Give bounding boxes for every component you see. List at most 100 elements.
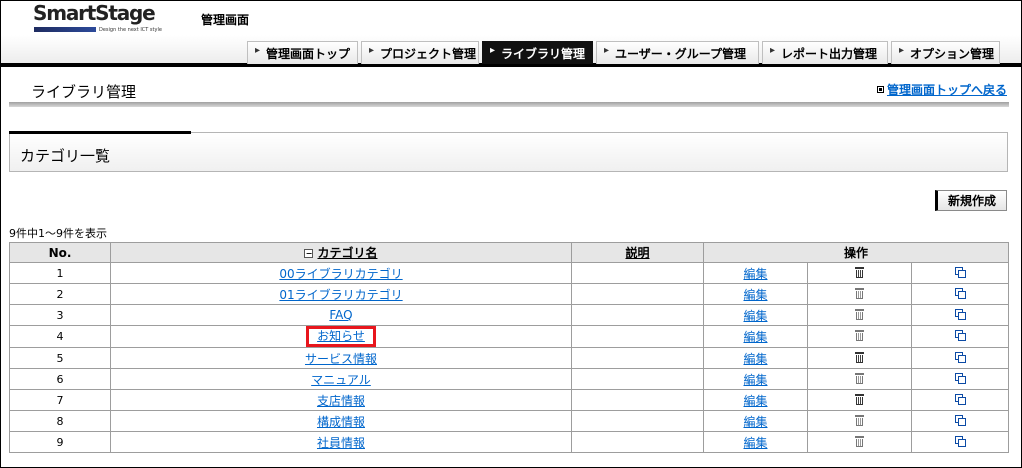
row-name-cell: 支店情報 <box>110 389 572 411</box>
row-delete-cell <box>807 431 912 453</box>
trash-icon[interactable] <box>855 414 864 426</box>
table-row: 8 構成情報 編集 <box>9 410 1010 432</box>
row-copy-cell <box>910 389 1010 411</box>
row-copy-cell <box>910 283 1010 305</box>
row-name-cell: FAQ <box>110 304 572 326</box>
tab-library[interactable]: ライブラリ管理 <box>482 41 593 64</box>
copy-icon[interactable] <box>954 330 966 341</box>
row-edit-cell: 編集 <box>703 368 808 390</box>
header-name-label[interactable]: カテゴリ名 <box>317 246 377 260</box>
category-table: No. − カテゴリ名 説明 操作 1 00ライブラリカテゴリ 編集 2 01ライ… <box>9 242 1010 453</box>
edit-link[interactable]: 編集 <box>743 288 767 302</box>
row-no: 1 <box>9 262 111 284</box>
panel-accent <box>9 131 191 134</box>
trash-icon[interactable] <box>855 435 864 447</box>
row-name-cell: マニュアル <box>110 368 572 390</box>
row-edit-cell: 編集 <box>703 325 808 348</box>
category-link[interactable]: FAQ <box>329 308 352 322</box>
row-description <box>571 283 704 305</box>
edit-link[interactable]: 編集 <box>743 330 767 344</box>
row-no: 2 <box>9 283 111 305</box>
header-description-label[interactable]: 説明 <box>625 246 649 260</box>
category-link[interactable]: お知らせ <box>317 329 365 343</box>
category-link[interactable]: 00ライブラリカテゴリ <box>279 267 402 281</box>
row-delete-cell <box>807 368 912 390</box>
table-header-row: No. − カテゴリ名 説明 操作 <box>9 242 1010 263</box>
tab-admin-top[interactable]: 管理画面トップ <box>247 41 358 64</box>
row-delete-cell <box>807 347 912 369</box>
edit-link[interactable]: 編集 <box>743 267 767 281</box>
header: SmartStage Design the next ICT style 管理画… <box>1 1 1021 67</box>
back-link-label[interactable]: 管理画面トップへ戻る <box>887 81 1007 98</box>
highlight-box: お知らせ <box>306 326 376 347</box>
row-edit-cell: 編集 <box>703 431 808 453</box>
logo-text: SmartStage <box>33 1 156 25</box>
copy-icon[interactable] <box>954 435 966 447</box>
row-delete-cell <box>807 410 912 432</box>
edit-link[interactable]: 編集 <box>743 309 767 323</box>
trash-icon[interactable] <box>855 266 864 278</box>
trash-icon[interactable] <box>855 372 864 384</box>
category-link[interactable]: 01ライブラリカテゴリ <box>279 288 402 302</box>
copy-icon[interactable] <box>954 414 966 426</box>
back-to-top-link[interactable]: 管理画面トップへ戻る <box>876 81 1007 98</box>
trash-icon[interactable] <box>855 330 864 341</box>
edit-link[interactable]: 編集 <box>743 352 767 366</box>
tab-user-group[interactable]: ユーザー・グループ管理 <box>596 41 759 64</box>
row-name-cell: 社員情報 <box>110 431 572 453</box>
row-no: 8 <box>9 410 111 432</box>
row-name-cell: 構成情報 <box>110 410 572 432</box>
copy-icon[interactable] <box>954 393 966 405</box>
trash-icon[interactable] <box>855 351 864 363</box>
edit-link[interactable]: 編集 <box>743 394 767 408</box>
row-edit-cell: 編集 <box>703 410 808 432</box>
row-edit-cell: 編集 <box>703 262 808 284</box>
row-no: 4 <box>9 325 111 348</box>
main-nav: 管理画面トップ プロジェクト管理 ライブラリ管理 ユーザー・グループ管理 レポー… <box>247 41 1003 64</box>
header-no: No. <box>9 242 111 263</box>
row-name-cell: 00ライブラリカテゴリ <box>110 262 572 284</box>
trash-icon[interactable] <box>855 287 864 299</box>
category-link[interactable]: 支店情報 <box>317 394 365 408</box>
trash-icon[interactable] <box>855 393 864 405</box>
edit-link[interactable]: 編集 <box>743 436 767 450</box>
category-link[interactable]: サービス情報 <box>305 352 377 366</box>
row-delete-cell <box>807 304 912 326</box>
row-description <box>571 368 704 390</box>
copy-icon[interactable] <box>954 351 966 363</box>
trash-icon[interactable] <box>855 308 864 320</box>
category-link[interactable]: マニュアル <box>311 373 371 387</box>
row-no: 9 <box>9 431 111 453</box>
header-name[interactable]: − カテゴリ名 <box>110 242 572 263</box>
tab-options[interactable]: オプション管理 <box>891 41 1000 64</box>
edit-link[interactable]: 編集 <box>743 415 767 429</box>
create-button[interactable]: 新規作成 <box>935 190 1007 211</box>
edit-link[interactable]: 編集 <box>743 373 767 387</box>
result-count: 9件中1～9件を表示 <box>9 227 107 240</box>
tab-project[interactable]: プロジェクト管理 <box>361 41 479 64</box>
copy-icon[interactable] <box>954 308 966 320</box>
row-copy-cell <box>910 410 1010 432</box>
square-bullet-icon <box>876 86 884 93</box>
header-operations: 操作 <box>702 242 1010 263</box>
row-copy-cell <box>910 262 1010 284</box>
row-name-cell: サービス情報 <box>110 347 572 369</box>
sort-toggle-icon[interactable]: − <box>304 249 314 258</box>
row-no: 6 <box>9 368 111 390</box>
copy-icon[interactable] <box>954 372 966 384</box>
category-link[interactable]: 社員情報 <box>317 436 365 450</box>
row-no: 5 <box>9 347 111 369</box>
row-delete-cell <box>807 325 912 348</box>
copy-icon[interactable] <box>954 287 966 299</box>
header-description[interactable]: 説明 <box>571 242 704 263</box>
row-edit-cell: 編集 <box>703 304 808 326</box>
table-row: 4 お知らせ 編集 <box>9 325 1010 348</box>
tab-report[interactable]: レポート出力管理 <box>762 41 888 64</box>
row-no: 3 <box>9 304 111 326</box>
table-row: 9 社員情報 編集 <box>9 431 1010 453</box>
copy-icon[interactable] <box>954 266 966 278</box>
row-description <box>571 347 704 369</box>
category-link[interactable]: 構成情報 <box>317 415 365 429</box>
row-description <box>571 410 704 432</box>
row-edit-cell: 編集 <box>703 283 808 305</box>
